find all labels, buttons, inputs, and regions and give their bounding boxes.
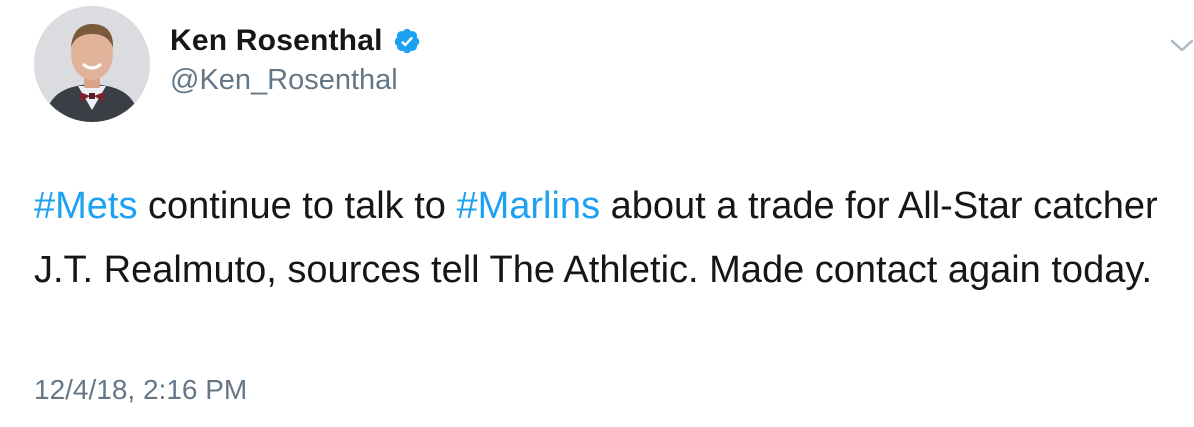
chevron-down-icon[interactable]	[1168, 36, 1194, 56]
tweet-text-segment: continue to talk to	[137, 185, 457, 227]
avatar[interactable]	[34, 6, 150, 122]
author-name-row: Ken Rosenthal	[170, 24, 421, 58]
tweet-card: Ken Rosenthal @Ken_Rosenthal #Mets conti…	[0, 0, 1194, 427]
hashtag-marlins[interactable]: #Marlins	[456, 185, 600, 227]
author-display-name[interactable]: Ken Rosenthal	[170, 24, 383, 58]
author-handle[interactable]: @Ken_Rosenthal	[170, 64, 398, 97]
tweet-text: #Mets continue to talk to #Marlins about…	[34, 174, 1174, 302]
hashtag-mets[interactable]: #Mets	[34, 185, 137, 227]
tweet-timestamp[interactable]: 12/4/18, 2:16 PM	[34, 374, 247, 406]
verified-badge-icon	[393, 27, 421, 55]
